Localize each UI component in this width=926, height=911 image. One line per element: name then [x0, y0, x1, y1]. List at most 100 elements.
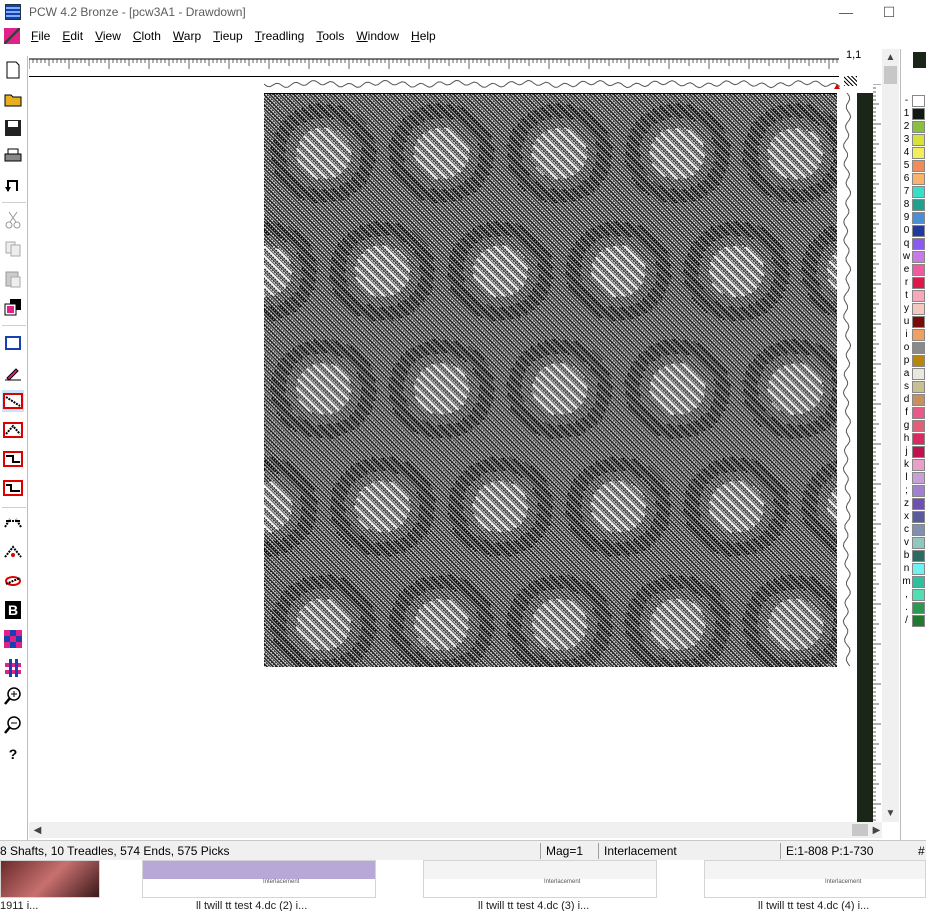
palette-entry[interactable]: n: [901, 562, 926, 575]
palette-swatch[interactable]: [912, 159, 925, 172]
mirror-horizontal-icon[interactable]: [2, 512, 24, 534]
palette-entry[interactable]: t: [901, 289, 926, 302]
palette-entry[interactable]: w: [901, 250, 926, 263]
palette-swatch[interactable]: [912, 237, 925, 250]
palette-entry[interactable]: x: [901, 510, 926, 523]
palette-swatch[interactable]: [912, 588, 925, 601]
rotate-icon[interactable]: [2, 570, 24, 592]
menu-edit[interactable]: Edit: [57, 29, 90, 43]
palette-swatch[interactable]: [912, 172, 925, 185]
palette-swatch[interactable]: [912, 497, 925, 510]
horizontal-scrollbar[interactable]: [29, 822, 882, 838]
palette-swatch[interactable]: [912, 224, 925, 237]
palette-entry[interactable]: s: [901, 380, 926, 393]
paste-icon[interactable]: [2, 267, 24, 289]
undo-icon[interactable]: [2, 174, 24, 196]
color-swap-icon[interactable]: [2, 296, 24, 318]
palette-swatch[interactable]: [912, 250, 925, 263]
open-folder-icon[interactable]: [2, 88, 24, 110]
palette-entry[interactable]: 9: [901, 211, 926, 224]
palette-entry[interactable]: 7: [901, 185, 926, 198]
palette-swatch[interactable]: [912, 406, 925, 419]
palette-swatch[interactable]: [912, 471, 925, 484]
palette-swatch[interactable]: [912, 302, 925, 315]
palette-swatch[interactable]: [912, 393, 925, 406]
palette-entry[interactable]: u: [901, 315, 926, 328]
palette-entry[interactable]: r: [901, 276, 926, 289]
palette-swatch[interactable]: [912, 445, 925, 458]
menu-tieup[interactable]: Tieup: [208, 29, 250, 43]
palette-entry[interactable]: b: [901, 549, 926, 562]
palette-entry[interactable]: q: [901, 237, 926, 250]
palette-swatch[interactable]: [912, 549, 925, 562]
scroll-left-icon[interactable]: ◀: [29, 822, 46, 838]
step-draw-icon[interactable]: [2, 448, 24, 470]
palette-entry[interactable]: 2: [901, 120, 926, 133]
palette-entry[interactable]: -: [901, 94, 926, 107]
palette-swatch[interactable]: [912, 458, 925, 471]
menu-cloth[interactable]: Cloth: [128, 29, 168, 43]
palette-swatch[interactable]: [912, 354, 925, 367]
palette-entry[interactable]: d: [901, 393, 926, 406]
rectangle-select-icon[interactable]: [2, 332, 24, 354]
palette-entry[interactable]: i: [901, 328, 926, 341]
palette-swatch[interactable]: [912, 276, 925, 289]
menu-warp[interactable]: Warp: [168, 29, 208, 43]
zoom-out-icon[interactable]: [2, 714, 24, 736]
palette-entry[interactable]: z: [901, 497, 926, 510]
palette-swatch[interactable]: [912, 484, 925, 497]
menu-file[interactable]: File: [26, 29, 57, 43]
palette-entry[interactable]: h: [901, 432, 926, 445]
palette-swatch[interactable]: [912, 289, 925, 302]
palette-entry[interactable]: e: [901, 263, 926, 276]
palette-swatch[interactable]: [912, 94, 925, 107]
maximize-button[interactable]: ☐: [866, 0, 912, 24]
drawdown-pattern[interactable]: [264, 93, 837, 667]
palette-swatch[interactable]: [912, 315, 925, 328]
palette-entry[interactable]: v: [901, 536, 926, 549]
palette-swatch[interactable]: [912, 562, 925, 575]
palette-entry[interactable]: g: [901, 419, 926, 432]
palette-swatch[interactable]: [912, 419, 925, 432]
document-icon[interactable]: [4, 28, 20, 44]
mirror-vertical-icon[interactable]: [2, 541, 24, 563]
save-icon[interactable]: [2, 117, 24, 139]
palette-entry[interactable]: a: [901, 367, 926, 380]
palette-entry[interactable]: ;: [901, 484, 926, 497]
palette-entry[interactable]: p: [901, 354, 926, 367]
eyedropper-icon[interactable]: [2, 361, 24, 383]
palette-entry[interactable]: 5: [901, 159, 926, 172]
palette-swatch[interactable]: [912, 523, 925, 536]
palette-swatch[interactable]: [912, 601, 925, 614]
thumbnail-window-4[interactable]: Interlacement: [704, 860, 926, 898]
thumbnail-window-2[interactable]: Interlacement: [142, 860, 376, 898]
palette-entry[interactable]: /: [901, 614, 926, 627]
menu-window[interactable]: Window: [351, 29, 406, 43]
palette-entry[interactable]: f: [901, 406, 926, 419]
palette-swatch[interactable]: [912, 120, 925, 133]
palette-swatch[interactable]: [912, 380, 925, 393]
palette-entry[interactable]: m: [901, 575, 926, 588]
palette-swatch[interactable]: [912, 146, 925, 159]
palette-swatch[interactable]: [912, 432, 925, 445]
step-draw-alt-icon[interactable]: [2, 477, 24, 499]
palette-entry[interactable]: j: [901, 445, 926, 458]
thumbnail-photo[interactable]: [0, 860, 100, 898]
current-color-swatch[interactable]: [913, 52, 926, 68]
scroll-down-icon[interactable]: ▼: [882, 805, 899, 822]
palette-swatch[interactable]: [912, 198, 925, 211]
palette-entry[interactable]: l: [901, 471, 926, 484]
palette-entry[interactable]: 1: [901, 107, 926, 120]
palette-entry[interactable]: y: [901, 302, 926, 315]
palette-entry[interactable]: 6: [901, 172, 926, 185]
interlacement-icon[interactable]: [2, 657, 24, 679]
palette-entry[interactable]: 0: [901, 224, 926, 237]
palette-entry[interactable]: .: [901, 601, 926, 614]
palette-swatch[interactable]: [912, 133, 925, 146]
zoom-in-icon[interactable]: [2, 685, 24, 707]
palette-swatch[interactable]: [912, 536, 925, 549]
help-pointer-icon[interactable]: ?: [2, 743, 24, 765]
palette-swatch[interactable]: [912, 575, 925, 588]
palette-entry[interactable]: c: [901, 523, 926, 536]
straight-draw-icon[interactable]: [2, 390, 24, 412]
